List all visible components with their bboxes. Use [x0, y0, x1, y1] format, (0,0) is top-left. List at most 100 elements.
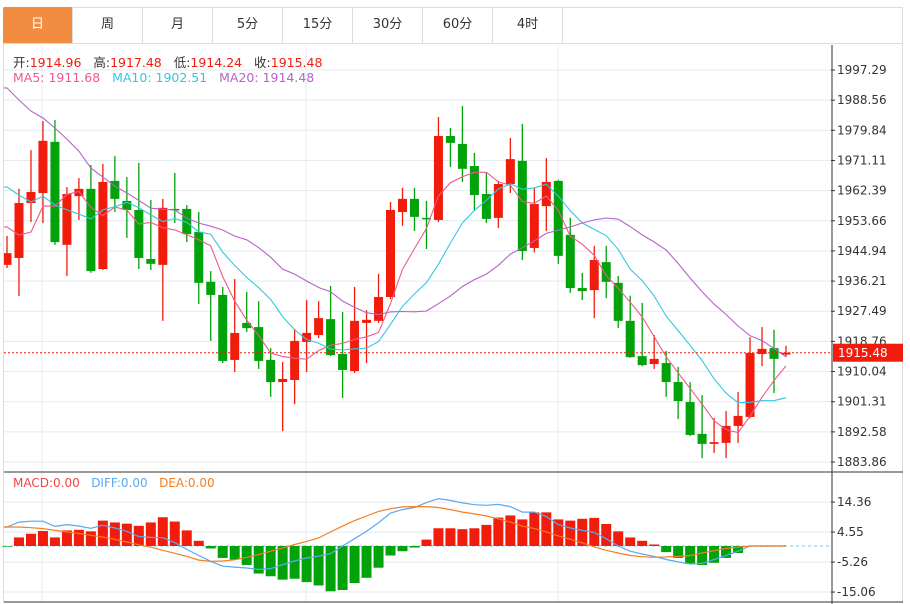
candle	[433, 116, 443, 223]
candle-body	[50, 141, 60, 243]
macd-bar	[349, 546, 360, 584]
macd-bar	[325, 546, 336, 592]
candle-body	[697, 433, 707, 444]
open-label: 开:	[13, 55, 30, 70]
macd-bar	[181, 530, 192, 546]
candle-body	[266, 359, 276, 383]
macd-bar	[37, 531, 48, 546]
candle-body	[338, 354, 348, 370]
price-tick-label: 1927.49	[837, 304, 887, 318]
macd-legend: MACD:0.00 DIFF:0.00 DEA:0.00	[13, 476, 215, 490]
candle-body	[577, 288, 587, 292]
price-tick-label: 1901.31	[837, 395, 887, 409]
ma20-legend: MA20: 1914.48	[219, 70, 315, 85]
candle	[158, 198, 168, 321]
low-value: 1914.24	[190, 55, 243, 70]
candle	[457, 105, 467, 182]
candle	[517, 123, 527, 261]
candlestick-plot	[4, 87, 791, 459]
candle-body	[649, 358, 659, 365]
macd-bar	[25, 533, 36, 546]
macd-bar	[97, 520, 108, 546]
candle	[338, 311, 348, 398]
candle-body	[517, 160, 527, 252]
candle	[314, 301, 324, 339]
candle-body	[362, 319, 372, 323]
macd-legend-value: MACD:0.00	[13, 476, 80, 490]
price-axis: 1997.29 1988.56 1979.84 1971.11 1962.39 1953.…	[4, 45, 903, 604]
candle	[673, 366, 683, 420]
macd-bar	[601, 523, 612, 546]
candle	[122, 177, 132, 238]
macd-bar	[373, 546, 384, 568]
macd-tick-label: 4.55	[837, 525, 864, 539]
diff-legend-value: DIFF:0.00	[91, 476, 148, 490]
candle	[421, 200, 431, 249]
grid	[4, 45, 831, 602]
macd-tick-label: 14.36	[837, 495, 871, 509]
candle-body	[757, 348, 767, 355]
candle-body	[637, 356, 647, 366]
candle	[218, 286, 228, 364]
candle	[290, 328, 300, 405]
macd-bar	[145, 522, 156, 546]
candle-body	[721, 425, 731, 443]
macd-bar	[553, 519, 564, 546]
candle-body	[374, 297, 384, 321]
candle-body	[350, 320, 360, 371]
macd-plot	[2, 497, 831, 592]
candle	[625, 295, 635, 358]
candle	[397, 187, 407, 226]
candle	[350, 286, 360, 374]
macd-bar	[637, 540, 648, 546]
candle-body	[397, 198, 407, 213]
candle-body	[206, 281, 216, 295]
ohlc-legend: 开:1914.96 高:1917.48 低:1914.24 收:1915.48	[13, 52, 322, 71]
price-tick-label: 1936.21	[837, 274, 887, 288]
candle	[4, 235, 12, 268]
candle	[769, 329, 779, 394]
candle	[613, 275, 623, 329]
candle	[170, 172, 180, 224]
candle-body	[134, 209, 144, 258]
high-value: 1917.48	[110, 55, 162, 70]
macd-bar	[217, 546, 228, 558]
macd-bar	[85, 531, 96, 546]
candle	[577, 272, 587, 301]
macd-bar	[49, 537, 60, 546]
price-tick-label: 1892.58	[837, 425, 887, 439]
macd-bar	[301, 546, 312, 583]
candle-body	[86, 188, 96, 272]
candle-body	[769, 348, 779, 359]
macd-tick-label: -5.26	[837, 555, 868, 569]
candle	[62, 187, 72, 276]
candle-body	[673, 382, 683, 402]
candle	[14, 188, 24, 296]
candle-body	[709, 442, 719, 444]
candle-body	[278, 378, 288, 383]
candle-body	[290, 340, 300, 380]
candle-body	[14, 203, 24, 258]
candle	[445, 128, 455, 168]
candle	[469, 152, 479, 211]
macd-bar	[493, 517, 504, 546]
high-label: 高:	[93, 55, 111, 70]
macd-bar	[397, 546, 408, 552]
candle-body	[589, 260, 599, 291]
candle-body	[98, 181, 108, 270]
low-label: 低:	[173, 55, 191, 70]
macd-bar	[625, 537, 636, 546]
close-label: 收:	[254, 55, 271, 70]
candle	[38, 121, 48, 224]
price-tick-label: 1988.56	[837, 93, 887, 107]
candle	[757, 327, 767, 367]
macd-bar	[73, 529, 84, 546]
macd-bar	[445, 528, 456, 546]
macd-bar	[661, 546, 672, 553]
macd-bar	[313, 546, 324, 586]
candle	[230, 279, 240, 373]
kline-chart[interactable]: 1997.29 1988.56 1979.84 1971.11 1962.39 1953.…	[0, 0, 910, 604]
candle-body	[733, 415, 743, 426]
candle-body	[469, 166, 479, 196]
price-tick-label: 1944.94	[837, 244, 887, 258]
